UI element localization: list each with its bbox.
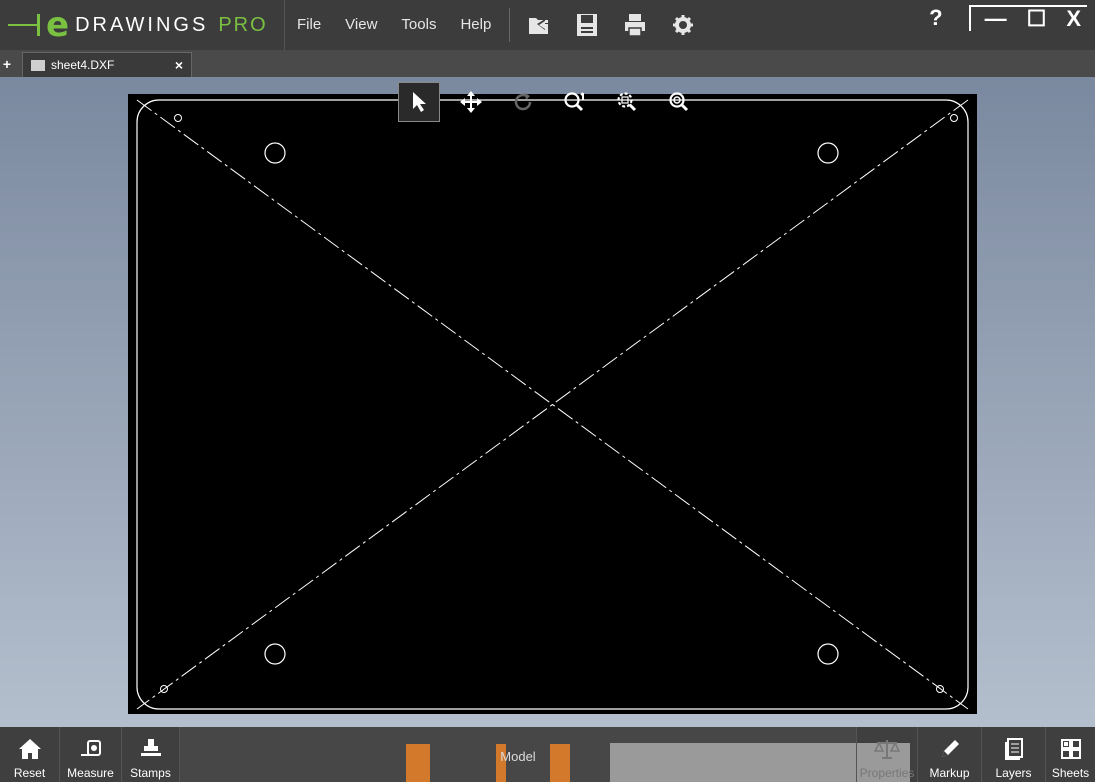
scale-icon [874,734,900,764]
settings-icon[interactable] [670,12,696,38]
menu-file[interactable]: File [285,0,333,50]
mounting-hole [817,643,839,665]
logo-suffix: PRO [218,13,268,36]
home-icon [18,734,42,764]
menu-tools[interactable]: Tools [389,0,448,50]
sheets-label: Sheets [1051,766,1090,780]
markup-label: Markup [929,766,970,780]
select-icon[interactable] [398,82,440,122]
zoom-to-area-icon[interactable] [606,82,648,122]
minimize-button[interactable]: — [985,8,1007,30]
pan-icon[interactable] [450,82,492,122]
model-label: Model [500,749,536,764]
save-icon[interactable] [574,12,600,38]
measure-button[interactable]: Measure [60,727,122,782]
markup-button[interactable]: Markup [918,727,982,782]
bottom-panel: Reset Measure Stamps Model Properties Ma… [0,727,1095,782]
open-icon[interactable] [526,12,552,38]
mounting-hole [817,142,839,164]
reset-button[interactable]: Reset [0,727,60,782]
tab-sheet4[interactable]: sheet4.DXF × [22,52,192,77]
tab-label: sheet4.DXF [51,58,115,72]
mounting-hole [264,142,286,164]
properties-label: Properties [859,766,915,780]
menu-help[interactable]: Help [448,0,503,50]
zoom-to-fit-icon[interactable] [554,82,596,122]
measure-label: Measure [67,766,114,780]
stamps-label: Stamps [130,766,171,780]
view-toolbar [398,82,700,122]
stamp-icon [139,734,163,764]
main-menu: File View Tools Help [285,0,516,50]
drawing-canvas[interactable] [128,94,977,714]
sheets-button[interactable]: Sheets [1046,727,1095,782]
close-window-button[interactable]: X [1066,8,1081,30]
maximize-button[interactable]: ☐ [1027,8,1047,30]
logo-word: DRAWINGS [75,13,209,36]
layers-button[interactable]: Layers [982,727,1046,782]
mounting-hole [264,643,286,665]
app-logo: e DRAWINGS PRO [0,0,285,50]
quick-toolbar [516,12,696,38]
logo-arrow-icon [8,14,40,36]
small-hole [174,114,182,122]
document-tab-bar: + sheet4.DXF × [0,50,1095,77]
small-hole [950,114,958,122]
logo-letter: e [46,5,70,45]
tab-close-icon[interactable]: × [175,57,183,73]
measure-icon [79,734,103,764]
reset-label: Reset [13,766,46,780]
dxf-drawing [136,99,969,710]
title-bar: e DRAWINGS PRO File View Tools Help ? — … [0,0,1095,50]
new-tab-button[interactable]: + [0,50,14,77]
rotate-icon[interactable] [502,82,544,122]
properties-button[interactable]: Properties [856,727,918,782]
layers-icon [1003,734,1025,764]
menu-divider [509,8,511,42]
stamps-button[interactable]: Stamps [122,727,180,782]
sheets-icon [1060,734,1082,764]
window-controls: ? — ☐ X [929,0,1095,36]
model-panel[interactable]: Model [180,727,910,782]
pencil-icon [939,734,961,764]
help-button[interactable]: ? [929,5,942,31]
zoom-icon[interactable] [658,82,700,122]
file-icon [31,59,45,71]
layers-label: Layers [995,766,1032,780]
window-button-group: — ☐ X [968,5,1087,31]
menu-view[interactable]: View [333,0,389,50]
print-icon[interactable] [622,12,648,38]
